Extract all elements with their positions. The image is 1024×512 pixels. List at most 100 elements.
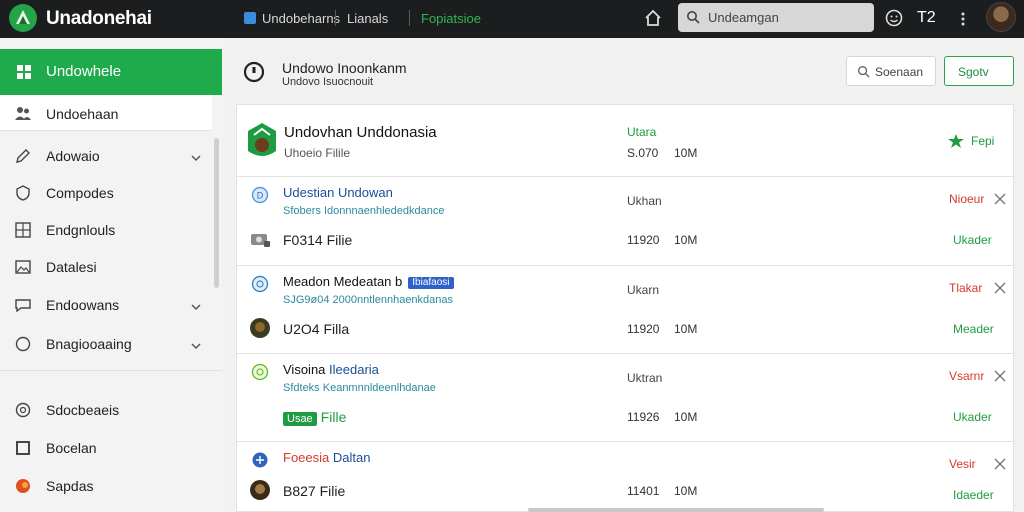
search-icon [686, 10, 700, 29]
status-label: Nioeur [949, 192, 985, 206]
item-title[interactable]: Udestian Undowan [283, 185, 393, 200]
close-icon[interactable] [994, 457, 1006, 470]
sidebar-bottom-item-1[interactable]: Sdocbeaeis [0, 392, 212, 428]
item-description: Sfdteks Keanmnnldeenlhdanae [283, 382, 436, 394]
people-icon [14, 104, 32, 122]
hero-size: 10M [674, 146, 698, 160]
search-icon [857, 65, 870, 83]
image-icon [14, 258, 32, 276]
sidebar-item-label: Undowhele [46, 63, 122, 80]
page-subtitle: Undovo Isuocnouit [282, 76, 374, 88]
close-icon[interactable] [994, 369, 1006, 382]
star-icon[interactable] [947, 133, 965, 149]
sidebar-item-3[interactable]: Endgnlouls [0, 212, 212, 248]
sort-button[interactable]: Sgotv [944, 56, 1014, 86]
search-button-label: Soenaan [875, 65, 924, 79]
action-link[interactable]: Idaeder [953, 488, 994, 502]
item-title[interactable]: Foeesia Daltan [283, 450, 370, 465]
avatar-icon [249, 317, 271, 339]
file-badge: Usae [283, 412, 317, 426]
sidebar-item-label: Endgnlouls [46, 222, 116, 238]
sidebar-bottom-item-3[interactable]: Sapdas [0, 468, 212, 504]
list-item[interactable]: Foeesia Daltan B827 Filie 11401 10M Vesi… [237, 442, 1013, 512]
sidebar-item-active[interactable]: Undowhele [0, 49, 222, 95]
more-vertical-icon[interactable] [958, 10, 968, 28]
green-circle-icon [251, 363, 269, 381]
file-name[interactable]: Usae Fille [283, 409, 346, 426]
file-size: 10M [674, 410, 698, 424]
sidebar: Undowhele Undoehaan Adowaio Compodes End… [0, 38, 223, 512]
close-icon[interactable] [994, 192, 1006, 205]
grid-box-icon [14, 221, 32, 239]
item-title-red: Foeesia [283, 450, 330, 465]
file-size: 10M [674, 322, 698, 336]
item-tag: Ibiafaosi [408, 276, 454, 289]
nav-divider [409, 10, 410, 26]
hero-title[interactable]: Undovhan Unddonasia [284, 124, 437, 141]
file-name[interactable]: B827 Filie [283, 483, 345, 499]
item-title[interactable]: Visoina Ileedaria [283, 362, 379, 377]
user-avatar[interactable] [986, 2, 1016, 32]
file-name[interactable]: U2O4 Filla [283, 321, 349, 337]
search-bar[interactable] [678, 3, 874, 32]
chevron-down-icon[interactable] [190, 338, 202, 356]
home-icon[interactable] [642, 7, 664, 29]
sidebar-item-2[interactable]: Compodes [0, 175, 212, 211]
item-title-blue: Udestian [283, 185, 335, 200]
list-item[interactable]: D Udestian Undowan Sfobers Idonnnaenhled… [237, 177, 1013, 265]
action-link[interactable]: Meader [953, 322, 994, 336]
file-number: 11926 [627, 410, 660, 424]
file-name[interactable]: F0314 Filie [283, 232, 352, 248]
chevron-down-icon[interactable] [190, 299, 202, 317]
item-title-blue: Daltan [332, 450, 371, 465]
sidebar-scrollbar[interactable] [214, 138, 219, 288]
favorite-label[interactable]: Fepi [971, 134, 994, 148]
close-icon[interactable] [994, 281, 1006, 294]
smiley-icon[interactable] [884, 8, 904, 28]
hero-subtitle: Uhoeio Filile [284, 146, 351, 160]
sidebar-item-second[interactable]: Undoehaan [0, 95, 212, 131]
action-link[interactable]: Ukader [953, 410, 992, 424]
sidebar-item-1[interactable]: Adowaio [0, 138, 212, 174]
sidebar-item-label: Undoehaan [46, 106, 119, 122]
settings-icon [14, 401, 32, 419]
hero-number: S.070 [627, 146, 659, 160]
action-link[interactable]: Ukader [953, 233, 992, 247]
sidebar-divider [0, 370, 222, 371]
pen-icon [14, 147, 32, 165]
content-panel: Undovhan Unddonasia Uhoeio Filile Utara … [236, 104, 1014, 512]
list-item[interactable]: Visoina Ileedaria Sfdteks Keanmnnldeenlh… [237, 354, 1013, 442]
item-title-blue: Ileedaria [329, 362, 379, 377]
sidebar-item-6[interactable]: Bnagiooaaing [0, 326, 212, 362]
page-title: Undowo Inoonkanm [282, 60, 407, 76]
horizontal-scrollbar[interactable] [528, 508, 824, 512]
item-title-rest: Visoina [283, 362, 326, 377]
back-icon[interactable] [243, 61, 265, 83]
globe-icon [251, 275, 269, 293]
file-number: 11920 [627, 322, 660, 336]
shield-icon [14, 184, 32, 202]
sidebar-item-4[interactable]: Datalesi [0, 249, 212, 285]
file-size: 10M [674, 233, 698, 247]
nav-item-2[interactable]: Lianals [347, 11, 388, 26]
sidebar-item-label: Datalesi [46, 259, 97, 275]
app-title[interactable]: Unadonehai [46, 8, 152, 30]
item-title[interactable]: Meadon Medeatan b Ibiafaosi [283, 274, 454, 289]
sidebar-item-label: Bocelan [46, 440, 97, 456]
network-icon [251, 451, 269, 469]
list-item[interactable]: Meadon Medeatan b Ibiafaosi SJG9ø04 2000n… [237, 266, 1013, 354]
status-label: Vsarnr [949, 369, 985, 383]
sidebar-item-5[interactable]: Endoowans [0, 287, 212, 323]
circle-icon [14, 335, 32, 353]
sidebar-bottom-item-2[interactable]: Bocelan [0, 430, 212, 466]
user-label[interactable]: T2 [917, 9, 936, 27]
sidebar-item-label: Bnagiooaaing [46, 336, 132, 352]
app-logo-icon[interactable] [9, 4, 37, 32]
file-size: 10M [674, 484, 698, 498]
item-title-rest: Meadon Medeatan b [283, 274, 403, 289]
nav-item-1[interactable]: Undobeharns [262, 11, 340, 26]
chevron-down-icon[interactable] [190, 150, 202, 168]
nav-item-3[interactable]: Fopiatsioe [421, 11, 481, 26]
search-button[interactable]: Soenaan [846, 56, 936, 86]
search-input[interactable] [708, 7, 868, 27]
